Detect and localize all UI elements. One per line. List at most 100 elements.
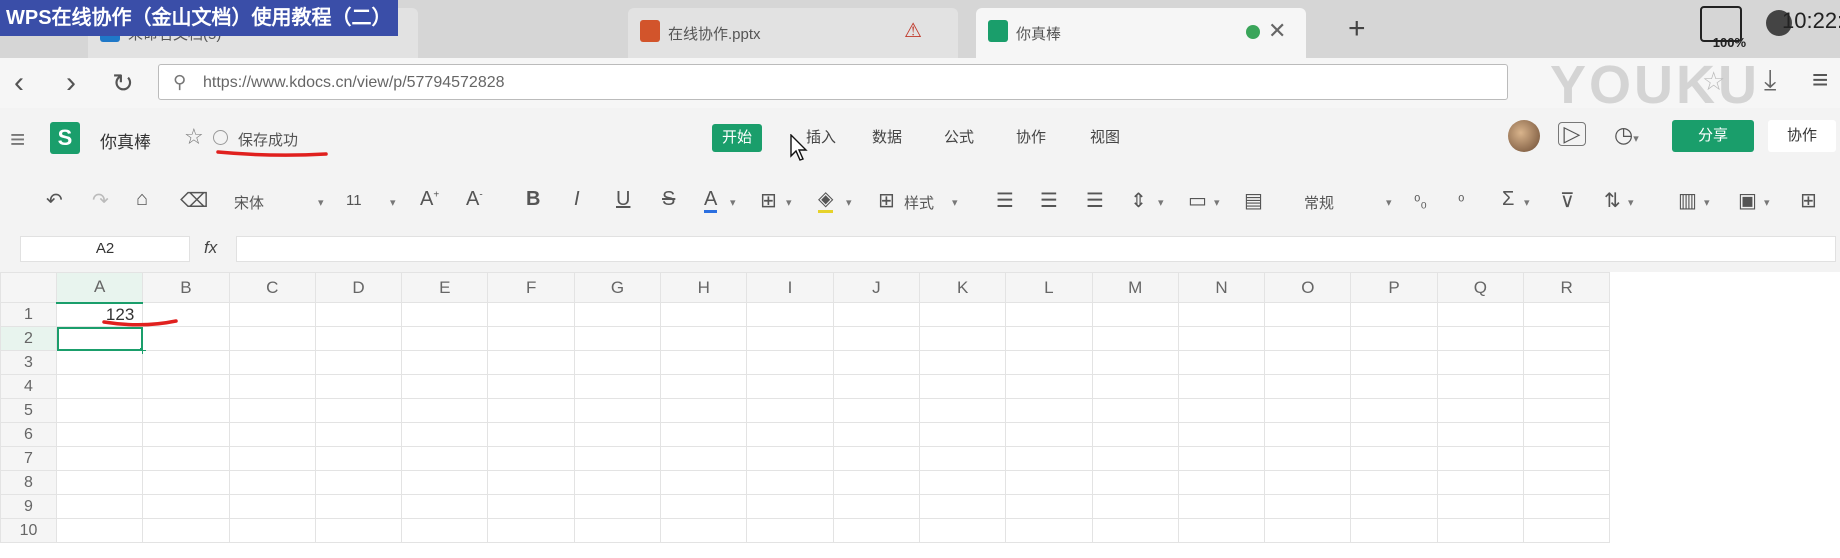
column-header-m[interactable]: M: [1091, 272, 1179, 303]
cell-d4[interactable]: [314, 374, 403, 399]
cell-o7[interactable]: [1264, 446, 1352, 471]
cell-q4[interactable]: [1436, 374, 1525, 399]
column-header-b[interactable]: B: [142, 272, 230, 303]
row-header-10[interactable]: 10: [0, 518, 57, 543]
fx-icon[interactable]: fx: [204, 238, 217, 258]
cell-j4[interactable]: [832, 374, 920, 399]
cell-f7[interactable]: [487, 446, 575, 471]
column-header-g[interactable]: G: [573, 272, 662, 303]
formula-input[interactable]: [236, 236, 1836, 262]
column-header-p[interactable]: P: [1350, 272, 1438, 303]
cell-o4[interactable]: [1264, 374, 1352, 399]
new-tab-button[interactable]: +: [1348, 12, 1366, 46]
history-icon[interactable]: ◷▾: [1614, 122, 1639, 148]
column-header-h[interactable]: H: [660, 272, 748, 303]
cell-d9[interactable]: [314, 494, 403, 519]
select-all-corner[interactable]: [0, 272, 57, 303]
cell-k10[interactable]: [918, 518, 1007, 543]
font-size-caret-icon[interactable]: ▾: [390, 196, 396, 209]
cell-p6[interactable]: [1350, 422, 1438, 447]
cell-q6[interactable]: [1436, 422, 1525, 447]
cell-p7[interactable]: [1350, 446, 1438, 471]
cell-o2[interactable]: [1264, 326, 1352, 351]
cell-r10[interactable]: [1523, 518, 1611, 543]
avatar[interactable]: [1508, 120, 1540, 152]
cell-i3[interactable]: [746, 350, 834, 375]
cell-c5[interactable]: [228, 398, 316, 423]
cell-k7[interactable]: [918, 446, 1007, 471]
cell-d1[interactable]: [314, 302, 403, 327]
cell-n9[interactable]: [1177, 494, 1266, 519]
sum-caret-icon[interactable]: ▾: [1524, 196, 1530, 209]
image-caret-icon[interactable]: ▾: [1764, 196, 1770, 209]
cell-i7[interactable]: [746, 446, 834, 471]
cell-m7[interactable]: [1091, 446, 1179, 471]
cell-b3[interactable]: [142, 350, 230, 375]
cell-c4[interactable]: [228, 374, 316, 399]
cell-j2[interactable]: [832, 326, 920, 351]
cell-q7[interactable]: [1436, 446, 1525, 471]
meeting-icon[interactable]: ▷: [1558, 122, 1586, 146]
cell-k1[interactable]: [918, 302, 1007, 327]
column-header-n[interactable]: N: [1177, 272, 1266, 303]
vertical-align-icon[interactable]: ⇕: [1130, 188, 1147, 213]
cell-q9[interactable]: [1436, 494, 1525, 519]
cell-c7[interactable]: [228, 446, 316, 471]
collaborate-button[interactable]: 协作: [1768, 120, 1836, 152]
cell-g5[interactable]: [573, 398, 662, 423]
font-color-icon[interactable]: A: [704, 188, 718, 213]
cell-f2[interactable]: [487, 326, 575, 351]
cell-j1[interactable]: [832, 302, 920, 327]
vertical-align-caret-icon[interactable]: ▾: [1158, 196, 1164, 209]
table-icon[interactable]: ⊞: [1800, 188, 1817, 213]
cell-f1[interactable]: [487, 302, 575, 327]
cell-i2[interactable]: [746, 326, 834, 351]
fill-color-caret-icon[interactable]: ▾: [846, 196, 852, 209]
align-right-icon[interactable]: ☰: [1086, 188, 1104, 213]
cell-l3[interactable]: [1005, 350, 1093, 375]
cell-n8[interactable]: [1177, 470, 1266, 495]
cell-k6[interactable]: [918, 422, 1007, 447]
cell-g10[interactable]: [573, 518, 662, 543]
cell-r3[interactable]: [1523, 350, 1611, 375]
cell-k9[interactable]: [918, 494, 1007, 519]
number-format-select[interactable]: 常规: [1304, 192, 1334, 213]
cell-k4[interactable]: [918, 374, 1007, 399]
redo-icon[interactable]: ↷: [92, 188, 109, 213]
cell-k5[interactable]: [918, 398, 1007, 423]
cell-i8[interactable]: [746, 470, 834, 495]
cell-p1[interactable]: [1350, 302, 1438, 327]
favorite-star-icon[interactable]: ☆: [184, 124, 204, 150]
cell-m3[interactable]: [1091, 350, 1179, 375]
font-name-caret-icon[interactable]: ▾: [318, 196, 324, 209]
cell-j5[interactable]: [832, 398, 920, 423]
cell-b6[interactable]: [142, 422, 230, 447]
cell-m5[interactable]: [1091, 398, 1179, 423]
increase-font-icon[interactable]: A+: [420, 188, 439, 211]
cell-j10[interactable]: [832, 518, 920, 543]
cell-o10[interactable]: [1264, 518, 1352, 543]
cell-p8[interactable]: [1350, 470, 1438, 495]
tab-data[interactable]: 数据: [862, 124, 912, 152]
cell-l10[interactable]: [1005, 518, 1093, 543]
row-header-1[interactable]: 1: [0, 302, 57, 327]
cell-k8[interactable]: [918, 470, 1007, 495]
font-color-caret-icon[interactable]: ▾: [730, 196, 736, 209]
browser-menu-icon[interactable]: ≡: [1812, 64, 1828, 96]
back-icon[interactable]: ‹: [14, 66, 24, 100]
cell-r1[interactable]: [1523, 302, 1611, 327]
column-header-l[interactable]: L: [1005, 272, 1093, 303]
cell-n3[interactable]: [1177, 350, 1266, 375]
cell-e4[interactable]: [401, 374, 489, 399]
cell-c3[interactable]: [228, 350, 316, 375]
column-header-j[interactable]: J: [832, 272, 920, 303]
cell-d7[interactable]: [314, 446, 403, 471]
cell-f5[interactable]: [487, 398, 575, 423]
cell-r7[interactable]: [1523, 446, 1611, 471]
cell-o1[interactable]: [1264, 302, 1352, 327]
cell-j3[interactable]: [832, 350, 920, 375]
row-header-7[interactable]: 7: [0, 446, 57, 471]
bookmark-star-icon[interactable]: ☆: [1702, 66, 1725, 97]
cell-e7[interactable]: [401, 446, 489, 471]
increase-decimal-icon[interactable]: ⁰₀: [1414, 192, 1427, 212]
